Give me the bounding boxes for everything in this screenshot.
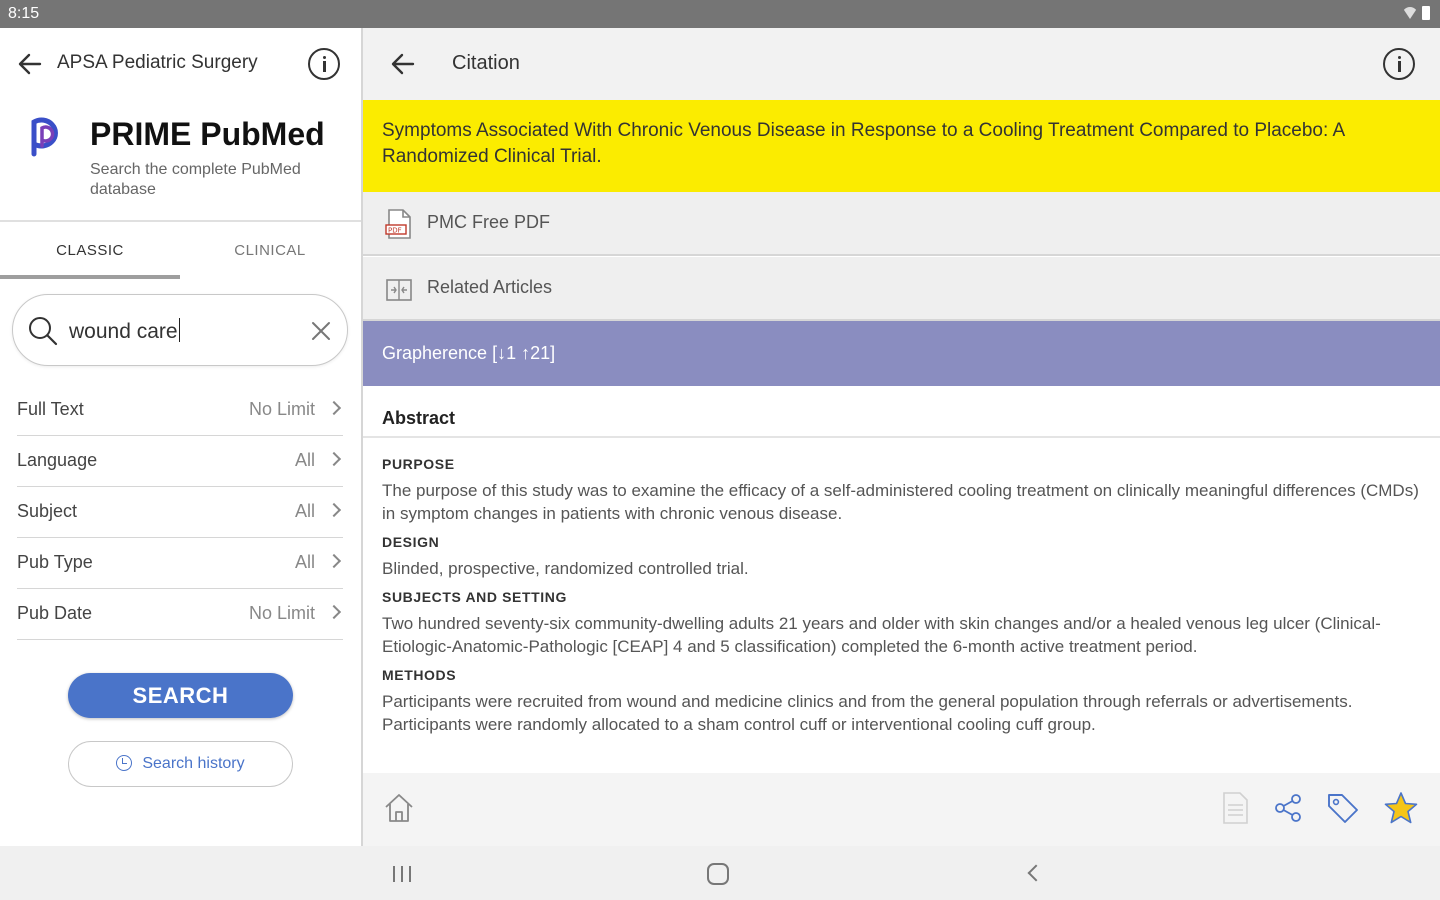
related-articles-label: Related Articles	[427, 277, 553, 297]
section-text: The purpose of this study was to examine…	[382, 481, 1419, 523]
filter-label: Pub Date	[17, 603, 93, 623]
filter-label: Full Text	[17, 399, 84, 419]
filter-pub-date[interactable]: Pub Date No Limit	[17, 589, 343, 640]
abstract-heading: Abstract	[382, 408, 456, 428]
search-query[interactable]: wound care	[69, 318, 181, 344]
tab-clinical[interactable]: CLINICAL	[180, 223, 360, 279]
search-button[interactable]: SEARCH	[68, 673, 293, 718]
filter-pub-type[interactable]: Pub Type All	[17, 538, 343, 589]
section-heading: PURPOSE	[382, 456, 455, 472]
back-arrow-icon[interactable]	[389, 50, 417, 78]
citation-action-bar	[363, 773, 1440, 846]
status-icons	[1402, 6, 1430, 20]
share-icon[interactable]	[1271, 791, 1305, 825]
system-nav-bar	[0, 846, 1440, 900]
prime-pubmed-logo-icon	[24, 110, 68, 158]
grapherence-label: Grapherence [↓1 ↑21]	[382, 343, 556, 363]
status-bar: 8:15	[0, 0, 1440, 28]
related-articles-link[interactable]: Related Articles	[363, 257, 1440, 321]
abstract-body: PURPOSE The purpose of this study was to…	[382, 456, 1427, 745]
left-header: APSA Pediatric Surgery	[0, 28, 361, 100]
filter-value: All	[294, 450, 315, 470]
brand-subtitle: Search the complete PubMed database	[90, 161, 301, 198]
search-panel: APSA Pediatric Surgery PRIME PubMed Sear…	[0, 28, 361, 846]
search-history-button[interactable]: Search history	[68, 741, 293, 787]
tab-classic[interactable]: CLASSIC	[0, 223, 180, 279]
section-heading: DESIGN	[382, 534, 440, 550]
citation-header: Citation	[363, 28, 1440, 100]
history-clock-icon	[116, 755, 133, 771]
chevron-right-icon	[326, 553, 342, 569]
clear-icon[interactable]	[311, 321, 331, 341]
brand-title: PRIME PubMed	[90, 116, 325, 152]
section-heading: SUBJECTS AND SETTING	[382, 589, 567, 605]
filter-value: All	[294, 552, 315, 572]
collection-title: APSA Pediatric Surgery	[57, 52, 258, 73]
back-nav-icon[interactable]	[1027, 864, 1045, 882]
chevron-right-icon	[326, 451, 342, 467]
divider	[0, 220, 361, 222]
pmc-free-pdf-link[interactable]: PDF PMC Free PDF	[363, 192, 1440, 256]
filter-full-text[interactable]: Full Text No Limit	[17, 385, 343, 436]
info-icon[interactable]	[308, 48, 340, 80]
filter-subject[interactable]: Subject All	[17, 487, 343, 538]
text-cursor	[178, 318, 181, 342]
divider	[363, 436, 1440, 438]
filter-language[interactable]: Language All	[17, 436, 343, 487]
search-input[interactable]: wound care	[12, 294, 348, 366]
grapherence-bar[interactable]: Grapherence [↓1 ↑21]	[363, 321, 1440, 386]
chevron-right-icon	[326, 604, 342, 620]
home-icon[interactable]	[382, 791, 416, 825]
document-icon[interactable]	[1218, 791, 1252, 825]
section-text: Participants were recruited from wound a…	[382, 692, 1353, 734]
search-history-label: Search history	[142, 755, 245, 772]
pdf-icon: PDF	[385, 209, 413, 239]
filter-label: Pub Type	[17, 552, 93, 572]
page-title: Citation	[452, 52, 520, 74]
filter-list: Full Text No Limit Language All Subject …	[17, 385, 343, 640]
chevron-right-icon	[326, 502, 342, 518]
search-mode-tabs: CLASSIC CLINICAL	[0, 223, 361, 281]
article-title: Symptoms Associated With Chronic Venous …	[363, 100, 1440, 192]
home-nav-icon[interactable]	[707, 863, 729, 885]
filter-value: No Limit	[248, 603, 315, 623]
filter-label: Language	[17, 450, 98, 470]
tag-icon[interactable]	[1326, 791, 1360, 825]
search-icon	[27, 315, 59, 347]
star-icon[interactable]	[1384, 791, 1418, 825]
battery-icon	[1422, 6, 1430, 20]
filter-label: Subject	[17, 501, 78, 521]
info-icon[interactable]	[1383, 48, 1415, 80]
filter-value: All	[294, 501, 315, 521]
section-heading: METHODS	[382, 667, 457, 683]
citation-panel: Citation Symptoms Associated With Chroni…	[363, 28, 1440, 846]
filter-value: No Limit	[248, 399, 315, 419]
wifi-icon	[1402, 7, 1418, 19]
section-text: Two hundred seventy-six community-dwelli…	[382, 614, 1381, 656]
search-query-text: wound care	[69, 320, 178, 343]
active-tab-indicator	[0, 275, 180, 279]
svg-text:PDF: PDF	[388, 227, 402, 235]
section-text: Blinded, prospective, randomized control…	[382, 559, 749, 578]
chevron-right-icon	[326, 400, 342, 416]
recents-icon[interactable]	[393, 866, 411, 882]
pmc-free-pdf-label: PMC Free PDF	[427, 212, 551, 232]
back-arrow-icon[interactable]	[16, 50, 44, 78]
related-articles-icon	[385, 276, 413, 306]
status-time: 8:15	[8, 5, 40, 22]
